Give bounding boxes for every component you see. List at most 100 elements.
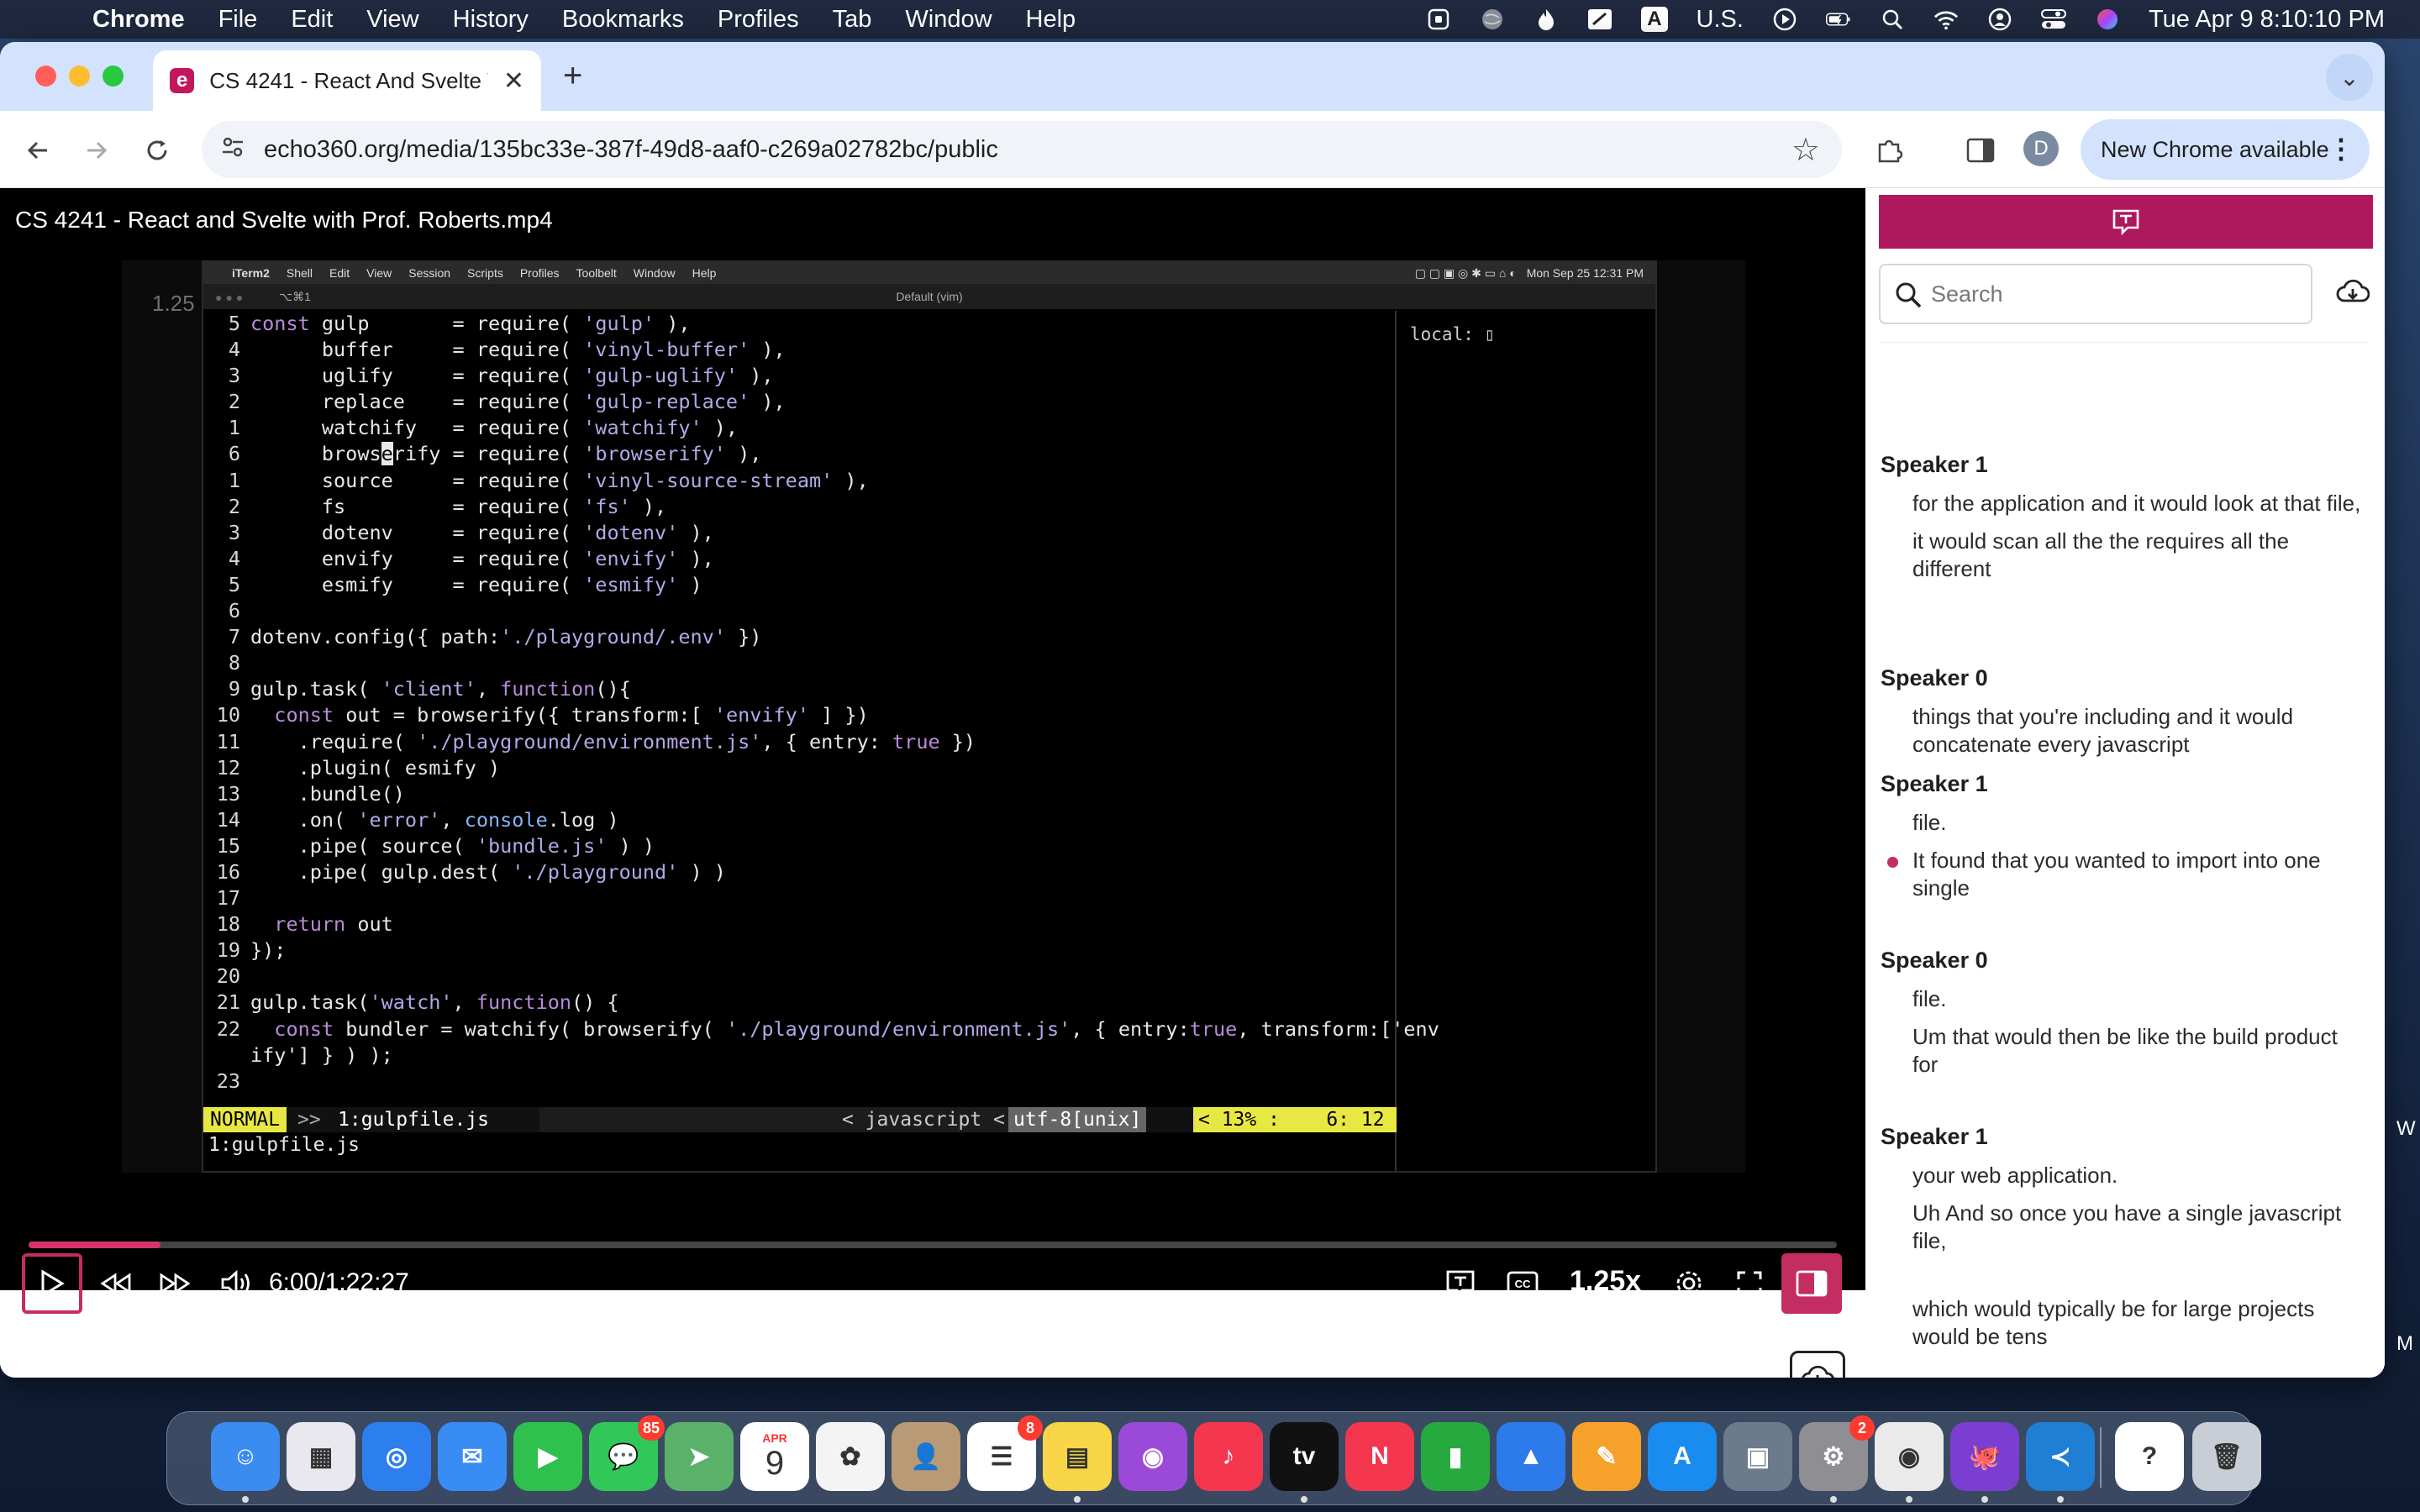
vs-code-dock-icon[interactable]: ≺ (2026, 1422, 2095, 1503)
preview-dock-icon[interactable]: ▣ (1723, 1422, 1792, 1491)
messages-dock-icon[interactable]: 💬 85 (589, 1415, 665, 1491)
maps-dock-icon[interactable]: ➤ (665, 1422, 734, 1491)
site-info-icon[interactable] (220, 134, 245, 166)
music-dock-icon[interactable]: ♪ (1194, 1422, 1263, 1491)
reminders-dock-icon[interactable]: ☰ 8 (967, 1415, 1043, 1491)
side-panel-icon[interactable] (1958, 128, 2003, 173)
fast-forward-icon[interactable] (145, 1253, 205, 1314)
wifi-icon[interactable] (1933, 7, 1959, 32)
volume-icon[interactable] (207, 1253, 267, 1314)
input-source-label[interactable]: U.S. (1697, 6, 1744, 34)
safari-dock-icon[interactable]: ◎ (362, 1422, 431, 1491)
rewind-icon[interactable] (86, 1253, 146, 1314)
transcript-download-icon[interactable] (2336, 279, 2370, 310)
menu-help[interactable]: Help (1026, 6, 1076, 34)
download-cloud-icon[interactable] (1790, 1351, 1845, 1378)
zoom-window-button[interactable] (103, 66, 124, 87)
fullscreen-icon[interactable] (1719, 1253, 1780, 1314)
utterance[interactable]: which would typically be for large proje… (1912, 1295, 2368, 1351)
chrome-dock-icon[interactable]: ◉ (1875, 1422, 1944, 1503)
video-player[interactable]: CS 4241 - React and Svelte with Prof. Ro… (0, 188, 1865, 1314)
seek-bar[interactable] (29, 1242, 1837, 1248)
trash-dock-icon[interactable]: 🗑 (2192, 1422, 2261, 1491)
chrome-menu-icon[interactable]: ⋮ (2328, 133, 2354, 165)
menubar-clock[interactable]: Tue Apr 9 8:10:10 PM (2149, 6, 2385, 34)
contacts-dock-icon[interactable]: 👤 (892, 1422, 960, 1491)
pages-dock-icon[interactable]: ✎ (1572, 1422, 1641, 1491)
minimize-window-button[interactable] (69, 66, 90, 87)
play-button[interactable] (22, 1253, 82, 1314)
utterance[interactable]: things that you're including and it woul… (1912, 703, 2368, 759)
control-center-icon[interactable] (2040, 7, 2066, 32)
numbers-dock-icon[interactable]: ▮ (1421, 1422, 1490, 1491)
new-chrome-available-button[interactable]: New Chrome available ⋮ (2081, 119, 2370, 180)
transcript-entry[interactable]: Speaker 1 file. It found that you wanted… (1881, 771, 2368, 912)
back-arrow-icon[interactable] (15, 128, 60, 173)
utterance[interactable]: file. (1912, 809, 2368, 837)
flame-icon[interactable] (1534, 7, 1559, 32)
transcript-entry[interactable]: Speaker 0 file. Um that would then be li… (1881, 948, 2368, 1089)
siri-icon[interactable] (2095, 7, 2120, 32)
mail-dock-icon[interactable]: ✉ (438, 1422, 507, 1491)
video-frame[interactable]: 1.25 iTerm2 Shell Edit View Session Scri… (122, 260, 1745, 1173)
input-source-icon[interactable]: A (1641, 7, 1668, 32)
tv-dock-icon[interactable]: tv (1270, 1422, 1339, 1503)
menu-view[interactable]: View (366, 6, 418, 34)
vpn-globe-icon[interactable] (1480, 7, 1505, 32)
utterance[interactable]: Um that would then be like the build pro… (1912, 1023, 2368, 1079)
close-window-button[interactable] (35, 66, 56, 87)
browser-tab-active[interactable]: e CS 4241 - React And Svelte W ✕ (153, 50, 541, 111)
facetime-dock-icon[interactable]: ▶ (513, 1422, 582, 1491)
news-dock-icon[interactable]: N (1345, 1422, 1414, 1491)
address-bar[interactable]: echo360.org/media/135bc33e-387f-49d8-aaf… (202, 121, 1842, 178)
transcript-entry[interactable]: Speaker 1 for the application and it wou… (1881, 452, 2368, 593)
menu-edit[interactable]: Edit (291, 6, 333, 34)
wacom-tablet-icon[interactable] (1587, 7, 1612, 32)
forward-arrow-icon[interactable] (74, 128, 119, 173)
bookmark-star-icon[interactable]: ☆ (1791, 131, 1820, 169)
utterance[interactable]: file. (1912, 985, 2368, 1013)
spotlight-search-icon[interactable] (1880, 7, 1905, 32)
notes-dock-icon[interactable]: ▤ (1043, 1422, 1112, 1503)
menu-window[interactable]: Window (905, 6, 992, 34)
podcasts-dock-icon[interactable]: ◉ (1118, 1422, 1187, 1491)
closed-captions-icon[interactable]: CC (1492, 1253, 1553, 1314)
side-panel-toggle-icon[interactable] (1781, 1253, 1842, 1314)
keynote-dock-icon[interactable]: ▲ (1497, 1422, 1565, 1491)
app-store-dock-icon[interactable]: A (1648, 1422, 1717, 1491)
app-menu[interactable]: Chrome (92, 6, 185, 34)
transcript-toggle-icon[interactable] (1430, 1253, 1491, 1314)
finder-dock-icon[interactable]: ☺ (211, 1422, 280, 1503)
menu-tab[interactable]: Tab (833, 6, 872, 34)
transcript-entry[interactable]: Speaker 1 your web application. Uh And s… (1881, 1124, 2368, 1361)
extensions-puzzle-icon[interactable] (1867, 128, 1912, 173)
utterance[interactable]: your web application. (1912, 1162, 2368, 1189)
play-circle-icon[interactable] (1772, 7, 1797, 32)
url-text[interactable]: echo360.org/media/135bc33e-387f-49d8-aaf… (264, 136, 998, 164)
profile-avatar[interactable]: D (2023, 131, 2059, 166)
new-tab-button[interactable]: + (563, 57, 582, 95)
help-dock-icon[interactable]: ? (2115, 1422, 2184, 1491)
menu-file[interactable]: File (218, 6, 258, 34)
screen-record-icon[interactable] (1426, 7, 1451, 32)
menu-history[interactable]: History (453, 6, 529, 34)
battery-icon[interactable] (1825, 7, 1851, 32)
utterance[interactable]: for the application and it would look at… (1912, 490, 2368, 517)
settings-gear-icon[interactable] (1659, 1253, 1719, 1314)
close-tab-icon[interactable]: ✕ (503, 66, 524, 96)
system-settings-dock-icon[interactable]: ⚙ 2 (1799, 1415, 1875, 1503)
transcript-entry[interactable]: Speaker 0 things that you're including a… (1881, 665, 2368, 769)
menu-bookmarks[interactable]: Bookmarks (562, 6, 684, 34)
transcript-tab[interactable] (1879, 195, 2373, 249)
user-account-icon[interactable] (1987, 7, 2012, 32)
calendar-dock-icon[interactable]: APR 9 (740, 1422, 809, 1491)
utterance[interactable]: Uh And so once you have a single javascr… (1912, 1200, 2368, 1255)
playback-speed-button[interactable]: 1.25x (1570, 1265, 1641, 1298)
menu-profiles[interactable]: Profiles (718, 6, 799, 34)
github-desktop-dock-icon[interactable]: 🐙 (1950, 1422, 2019, 1503)
utterance[interactable]: it would scan all the the requires all t… (1912, 528, 2368, 583)
photos-dock-icon[interactable]: ✿ (816, 1422, 885, 1491)
utterance-current[interactable]: It found that you wanted to import into … (1887, 847, 2368, 902)
transcript-search-input[interactable]: Search (1879, 264, 2312, 324)
tab-search-chevron-icon[interactable]: ⌄ (2326, 54, 2373, 101)
